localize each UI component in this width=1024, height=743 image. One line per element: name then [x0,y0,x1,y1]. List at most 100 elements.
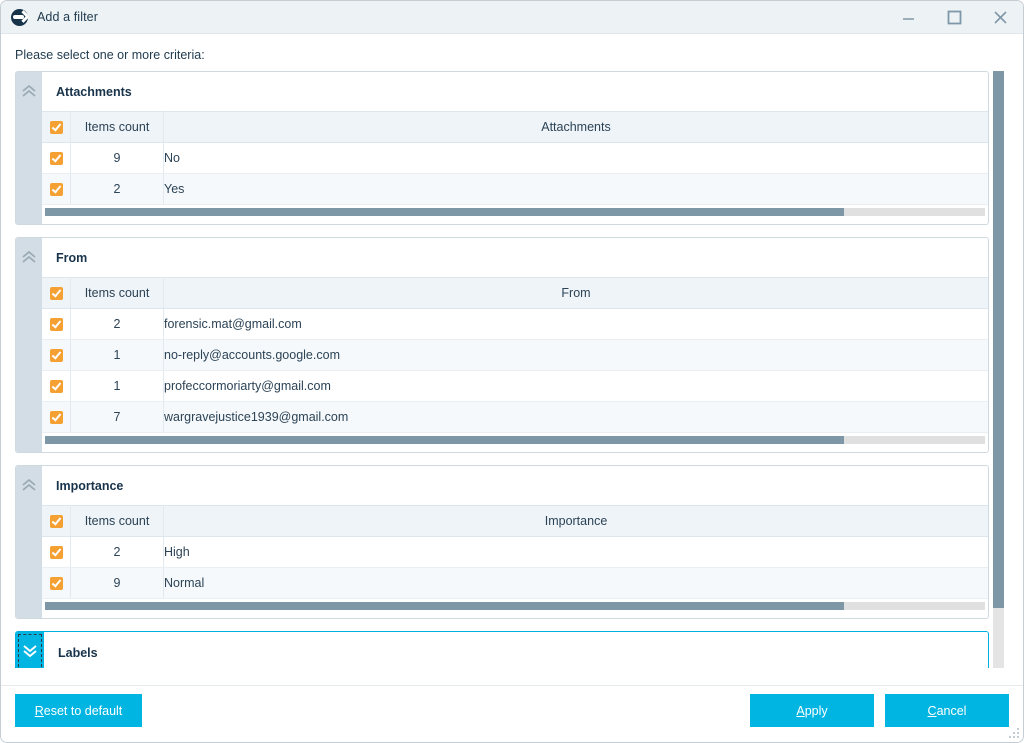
chevron-double-up-icon [20,477,38,618]
close-icon[interactable] [977,1,1023,34]
table-row[interactable]: 1 no-reply@accounts.google.com [42,339,988,371]
criteria-table: Items count From 2 forensic.mat@gmail.com 1 n… [42,277,988,433]
value-column-header: From [163,277,988,309]
row-items-count: 7 [70,401,164,433]
value-column-header: Attachments [163,111,988,143]
row-checkbox[interactable] [42,567,71,599]
cancel-label: ancel [936,703,967,718]
table-row[interactable]: 9 No [42,142,988,174]
row-checkbox[interactable] [42,173,71,205]
row-value: forensic.mat@gmail.com [163,308,988,340]
table-row[interactable]: 9 Normal [42,567,988,599]
checkbox-icon [49,379,63,393]
table-row[interactable]: 1 profeccormoriarty@gmail.com [42,370,988,402]
section-title: From [42,238,988,277]
row-items-count: 2 [70,173,164,205]
criteria-section: Labels [15,631,989,668]
value-column-header: Importance [163,505,988,537]
table-header-row: Items count Importance [42,505,988,537]
checkbox-icon [49,182,63,196]
row-value: wargravejustice1939@gmail.com [163,401,988,433]
items-count-header: Items count [70,277,164,309]
horizontal-scrollbar[interactable] [45,208,985,216]
items-count-header: Items count [70,505,164,537]
row-items-count: 9 [70,142,164,174]
cancel-mnemonic: C [927,703,937,718]
criteria-scroll-area: Attachments Items count Attachments 9 No 2 Yes… [15,71,1011,668]
horizontal-scrollbar-thumb[interactable] [45,436,844,444]
row-value: profeccormoriarty@gmail.com [163,370,988,402]
reset-label: eset to default [43,703,123,718]
row-checkbox[interactable] [42,536,71,568]
select-all-checkbox[interactable] [42,111,71,143]
select-all-checkbox[interactable] [42,505,71,537]
apply-button[interactable]: Apply [750,694,874,727]
checkbox-icon [49,317,63,331]
resize-grip-icon[interactable] [1006,725,1019,738]
section-title: Labels [44,632,988,668]
section-body: Attachments Items count Attachments 9 No 2 Yes [42,72,988,224]
table-row[interactable]: 2 Yes [42,173,988,205]
checkbox-icon [49,286,63,300]
criteria-section: Importance Items count Importance 2 High 9 Nor… [15,465,989,619]
criteria-section-list: Attachments Items count Attachments 9 No 2 Yes… [15,71,989,668]
chevron-double-up-icon [20,83,38,224]
table-row[interactable]: 2 forensic.mat@gmail.com [42,308,988,340]
row-checkbox[interactable] [42,339,71,371]
criteria-section: From Items count From 2 forensic.mat@gmail.c… [15,237,989,453]
row-value: Normal [163,567,988,599]
section-body: From Items count From 2 forensic.mat@gmail.c… [42,238,988,452]
horizontal-scrollbar-thumb[interactable] [45,208,844,216]
minimize-icon[interactable] [885,1,931,34]
row-value: No [163,142,988,174]
title-bar: Add a filter [1,1,1023,34]
table-header-row: Items count From [42,277,988,309]
expand-section-button[interactable] [16,632,44,668]
section-body: Importance Items count Importance 2 High 9 Nor… [42,466,988,618]
row-items-count: 2 [70,308,164,340]
collapse-section-button[interactable] [16,72,42,224]
row-value: no-reply@accounts.google.com [163,339,988,371]
row-items-count: 1 [70,370,164,402]
row-items-count: 2 [70,536,164,568]
table-row[interactable]: 7 wargravejustice1939@gmail.com [42,401,988,433]
chevron-double-up-icon [20,249,38,452]
window-title: Add a filter [37,10,98,24]
items-count-header: Items count [70,111,164,143]
criteria-table: Items count Attachments 9 No 2 Yes [42,111,988,205]
criteria-table: Items count Importance 2 High 9 Normal [42,505,988,599]
maximize-icon[interactable] [931,1,977,34]
vertical-scrollbar[interactable] [993,71,1004,668]
horizontal-scrollbar[interactable] [45,436,985,444]
table-header-row: Items count Attachments [42,111,988,143]
horizontal-scrollbar[interactable] [45,602,985,610]
select-all-checkbox[interactable] [42,277,71,309]
section-body: Labels [44,632,988,668]
dialog-footer: Reset to default Apply Cancel [1,685,1023,742]
instruction-text: Please select one or more criteria: [15,48,205,62]
table-row[interactable]: 2 High [42,536,988,568]
row-checkbox[interactable] [42,370,71,402]
horizontal-scrollbar-thumb[interactable] [45,602,844,610]
checkbox-icon [49,348,63,362]
collapse-section-button[interactable] [16,238,42,452]
reset-mnemonic: R [34,703,44,718]
collapse-section-button[interactable] [16,466,42,618]
chevron-double-down-icon [21,643,39,664]
row-checkbox[interactable] [42,401,71,433]
row-checkbox[interactable] [42,142,71,174]
criteria-section: Attachments Items count Attachments 9 No 2 Yes [15,71,989,225]
section-title: Importance [42,466,988,505]
section-title: Attachments [42,72,988,111]
reset-to-default-button[interactable]: Reset to default [15,694,142,727]
window-controls [885,1,1023,34]
checkbox-icon [49,576,63,590]
row-checkbox[interactable] [42,308,71,340]
checkbox-icon [49,410,63,424]
vertical-scrollbar-thumb[interactable] [993,71,1004,609]
row-items-count: 9 [70,567,164,599]
cancel-button[interactable]: Cancel [885,694,1009,727]
checkbox-icon [49,545,63,559]
add-filter-dialog: Add a filter Please select one or more c… [0,0,1024,743]
row-value: High [163,536,988,568]
